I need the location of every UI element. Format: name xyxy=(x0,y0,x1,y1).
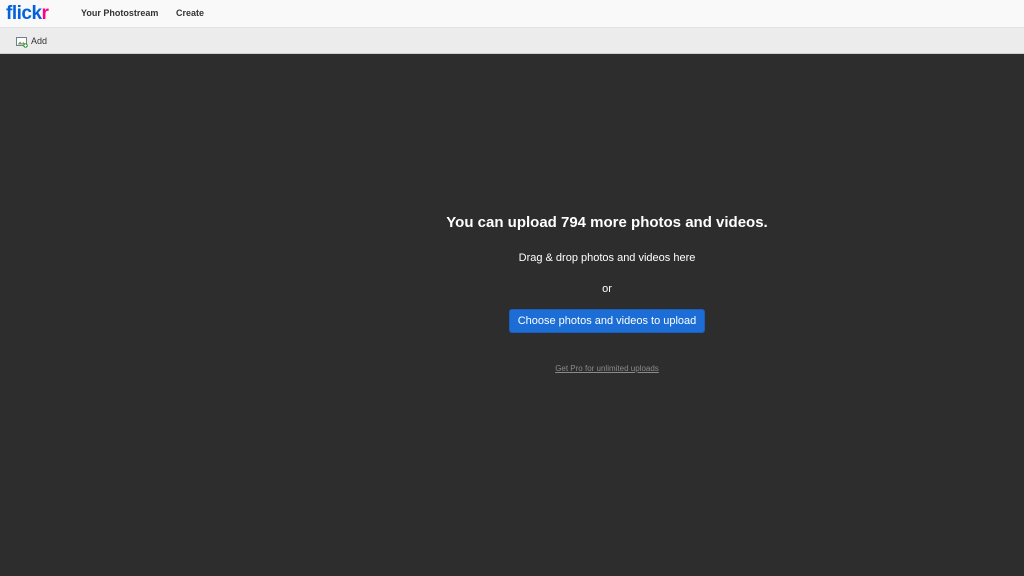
upload-toolbar: Add xyxy=(0,28,1024,54)
drag-drop-hint: Drag & drop photos and videos here xyxy=(518,252,696,264)
get-pro-link[interactable]: Get Pro for unlimited uploads xyxy=(0,363,1024,375)
top-navigation-bar: flickr Your Photostream Create xyxy=(0,0,1024,28)
choose-files-button[interactable]: Choose photos and videos to upload xyxy=(509,309,705,333)
logo-text-main: flick xyxy=(6,3,42,24)
upload-limit-headline: You can upload 794 more photos and video… xyxy=(446,214,768,231)
add-button-label: Add xyxy=(31,36,48,46)
nav-your-photostream[interactable]: Your Photostream xyxy=(81,7,158,19)
flickr-logo[interactable]: flickr xyxy=(6,3,49,25)
or-separator: or xyxy=(602,283,612,295)
upload-drop-zone[interactable]: You can upload 794 more photos and video… xyxy=(0,54,1024,576)
add-button[interactable]: Add xyxy=(16,34,47,48)
logo-text-accent: r xyxy=(41,3,49,24)
nav-create[interactable]: Create xyxy=(176,7,204,19)
add-photo-icon xyxy=(16,35,28,48)
